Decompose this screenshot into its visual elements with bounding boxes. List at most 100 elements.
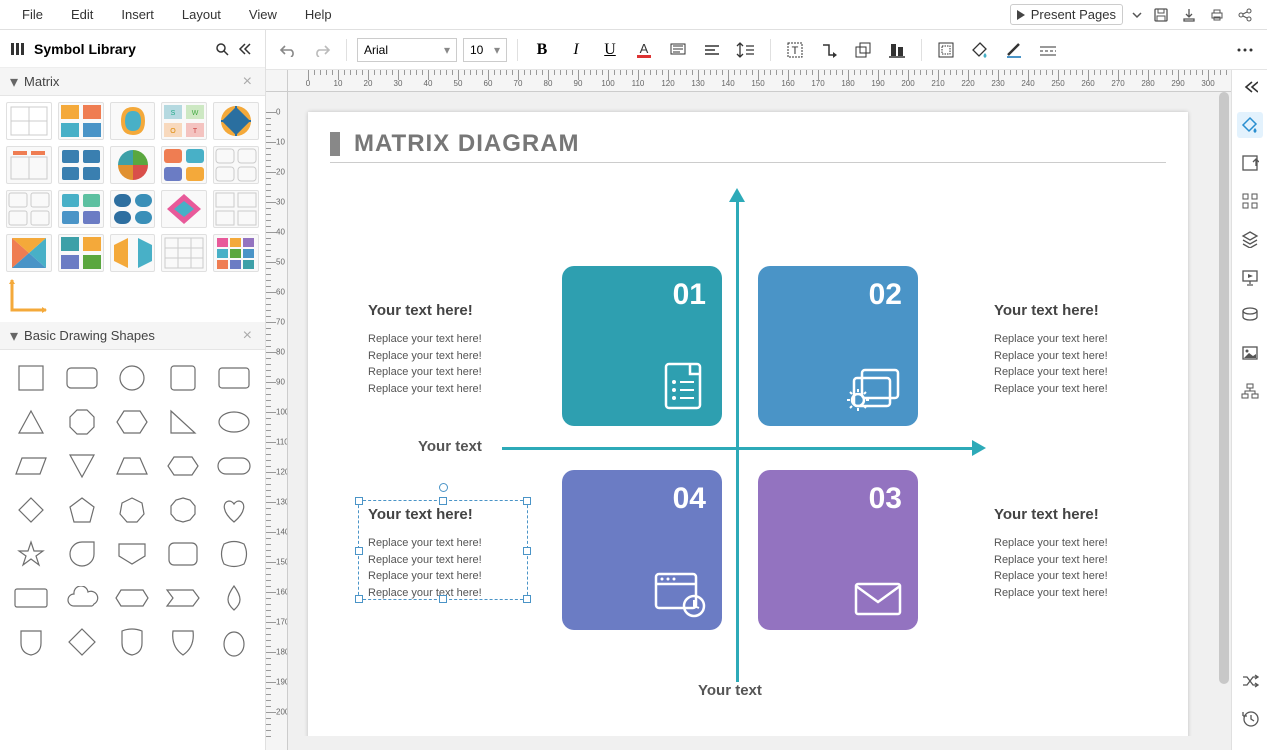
shape-rhombus[interactable] xyxy=(61,624,104,660)
shape-decagon[interactable] xyxy=(162,492,205,528)
quadrant-3[interactable]: 03 xyxy=(758,470,918,630)
shape-pill-rect[interactable] xyxy=(212,360,255,396)
rotate-handle[interactable] xyxy=(439,483,448,492)
align-button[interactable] xyxy=(698,36,726,64)
menu-edit[interactable]: Edit xyxy=(57,3,107,26)
share-button[interactable] xyxy=(1233,3,1257,27)
matrix-template[interactable] xyxy=(6,234,52,272)
shape-cushion[interactable] xyxy=(212,536,255,572)
matrix-template[interactable] xyxy=(110,190,156,228)
menu-file[interactable]: File xyxy=(8,3,57,26)
horizontal-scrollbar[interactable] xyxy=(288,736,1217,750)
save-button[interactable] xyxy=(1149,3,1173,27)
shape-parallelogram[interactable] xyxy=(10,448,53,484)
resize-handle-ne[interactable] xyxy=(523,497,531,505)
shape-hexagon[interactable] xyxy=(111,404,154,440)
line-color-button[interactable] xyxy=(1000,36,1028,64)
matrix-template[interactable] xyxy=(213,190,259,228)
text-block-3[interactable]: Your text here! Replace your text here! … xyxy=(994,506,1154,601)
font-color-button[interactable]: A xyxy=(630,36,658,64)
page-title[interactable]: MATRIX DIAGRAM xyxy=(354,130,580,158)
shape-octagon[interactable] xyxy=(61,404,104,440)
vertical-scrollbar[interactable] xyxy=(1217,92,1231,750)
resize-handle-sw[interactable] xyxy=(355,595,363,603)
menu-insert[interactable]: Insert xyxy=(107,3,168,26)
matrix-template[interactable] xyxy=(6,146,52,184)
fill-panel-button[interactable] xyxy=(1237,112,1263,138)
y-axis-label[interactable]: Your text xyxy=(698,682,762,699)
shape-rect-small-radius[interactable] xyxy=(162,360,205,396)
matrix-template[interactable] xyxy=(213,102,259,140)
present-button[interactable]: Present Pages xyxy=(1010,4,1123,25)
shuffle-button[interactable] xyxy=(1237,668,1263,694)
connector-button[interactable] xyxy=(815,36,843,64)
matrix-template[interactable] xyxy=(58,234,104,272)
text-block-4-selected[interactable]: Your text here! Replace your text here! … xyxy=(368,506,528,601)
matrix-template[interactable] xyxy=(161,146,207,184)
resize-handle-nw[interactable] xyxy=(355,497,363,505)
quadrant-1[interactable]: 01 xyxy=(562,266,722,426)
shape-rect-wide[interactable] xyxy=(10,580,53,616)
matrix-template[interactable] xyxy=(110,146,156,184)
matrix-template[interactable] xyxy=(6,102,52,140)
font-size-select[interactable]: 10▾ xyxy=(463,38,507,62)
y-axis-arrow[interactable] xyxy=(736,202,739,682)
highlight-button[interactable] xyxy=(664,36,692,64)
shape-square[interactable] xyxy=(10,360,53,396)
matrix-template[interactable]: SWOT xyxy=(161,102,207,140)
export-button[interactable] xyxy=(1177,3,1201,27)
italic-button[interactable]: I xyxy=(562,36,590,64)
shape-diamond[interactable] xyxy=(10,492,53,528)
grid-panel-button[interactable] xyxy=(1237,188,1263,214)
shape-shield3[interactable] xyxy=(162,624,205,660)
menu-help[interactable]: Help xyxy=(291,3,346,26)
collapse-sidebar-button[interactable] xyxy=(233,38,255,60)
page[interactable]: MATRIX DIAGRAM Your text Your text 01 xyxy=(308,112,1188,750)
shape-trapezoid[interactable] xyxy=(111,448,154,484)
shape-pentagon[interactable] xyxy=(61,492,104,528)
text-box-button[interactable]: T xyxy=(781,36,809,64)
bold-button[interactable]: B xyxy=(528,36,556,64)
shape-drop[interactable] xyxy=(212,580,255,616)
shape-pentagon-flat[interactable] xyxy=(111,536,154,572)
shape-shield[interactable] xyxy=(10,624,53,660)
undo-button[interactable] xyxy=(274,36,302,64)
section-basic-header[interactable]: ▾ Basic Drawing Shapes × xyxy=(0,322,265,350)
print-button[interactable] xyxy=(1205,3,1229,27)
shape-shield2[interactable] xyxy=(111,624,154,660)
close-basic-section[interactable]: × xyxy=(240,327,255,345)
matrix-template[interactable] xyxy=(110,102,156,140)
resize-handle-n[interactable] xyxy=(439,497,447,505)
more-button[interactable] xyxy=(1231,36,1259,64)
align-objects-button[interactable] xyxy=(883,36,911,64)
matrix-template[interactable] xyxy=(6,190,52,228)
matrix-template[interactable] xyxy=(161,190,207,228)
shape-heart[interactable] xyxy=(212,492,255,528)
text-block-2[interactable]: Your text here! Replace your text here! … xyxy=(994,302,1154,397)
matrix-template[interactable] xyxy=(58,146,104,184)
menu-layout[interactable]: Layout xyxy=(168,3,235,26)
shape-stadium[interactable] xyxy=(212,448,255,484)
shape-triangle-down[interactable] xyxy=(61,448,104,484)
canvas[interactable]: MATRIX DIAGRAM Your text Your text 01 xyxy=(288,92,1231,750)
matrix-template[interactable] xyxy=(213,146,259,184)
matrix-template[interactable] xyxy=(213,234,259,272)
shape-cloud[interactable] xyxy=(61,580,104,616)
shape-hex-rect[interactable] xyxy=(111,580,154,616)
matrix-template[interactable] xyxy=(58,102,104,140)
x-axis-label[interactable]: Your text xyxy=(418,438,482,455)
group-button[interactable] xyxy=(849,36,877,64)
matrix-template[interactable] xyxy=(161,234,207,272)
section-matrix-header[interactable]: ▾ Matrix × xyxy=(0,68,265,96)
image-panel-button[interactable] xyxy=(1237,340,1263,366)
font-family-select[interactable]: Arial▾ xyxy=(357,38,457,62)
hierarchy-panel-button[interactable] xyxy=(1237,378,1263,404)
present-dropdown[interactable] xyxy=(1127,3,1147,27)
x-axis-arrow[interactable] xyxy=(502,447,972,450)
search-library-button[interactable] xyxy=(211,38,233,60)
underline-button[interactable]: U xyxy=(596,36,624,64)
shape-right-triangle[interactable] xyxy=(162,404,205,440)
expand-panel-button[interactable] xyxy=(1237,74,1263,100)
resize-handle-w[interactable] xyxy=(355,547,363,555)
close-matrix-section[interactable]: × xyxy=(240,73,255,91)
